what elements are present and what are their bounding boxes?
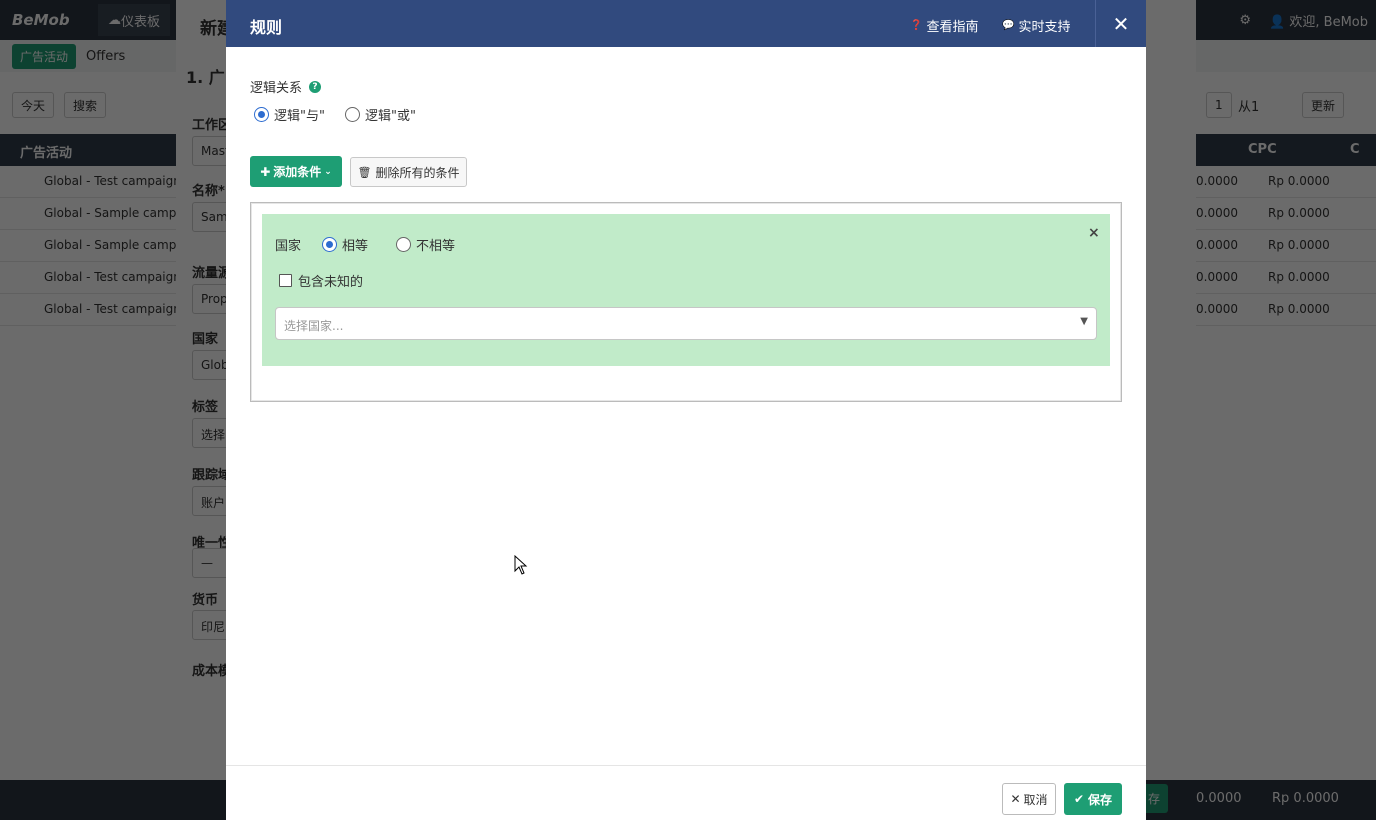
support-link-label: 实时支持 [1018, 20, 1071, 35]
not-equal-label: 不相等 [416, 239, 456, 254]
col-cpc[interactable]: CPC [1248, 142, 1277, 157]
row-cpc: Rp 0.0000 [1268, 238, 1330, 252]
guide-link-label: 查看指南 [926, 20, 979, 35]
mouse-cursor-icon [514, 555, 528, 575]
row-name: Global - Sample campai [44, 206, 187, 220]
gear-icon[interactable]: ⚙ [1239, 13, 1251, 28]
modal-close-icon[interactable]: ✕ [1095, 0, 1146, 47]
row-value: 0.0000 [1196, 238, 1238, 252]
welcome-label: 欢迎, BeMob [1289, 14, 1368, 30]
col-extra[interactable]: C [1350, 142, 1360, 157]
guide-link[interactable]: ❓ 查看指南 [910, 16, 978, 35]
equal-label: 相等 [342, 239, 369, 254]
field-label: 名称* [192, 184, 225, 199]
include-unknown-label: 包含未知的 [298, 275, 364, 290]
support-link[interactable]: 💬 实时支持 [1002, 16, 1070, 35]
total-value: 0.0000 [1196, 791, 1242, 806]
field-label: 标签 [192, 400, 219, 415]
plus-icon: ✚ [260, 164, 271, 179]
dashboard-tab-label: 仪表板 [121, 14, 161, 30]
logic-label-text: 逻辑关系 [250, 81, 303, 96]
logic-relation-label: 逻辑关系 ? [250, 77, 322, 96]
col-campaign[interactable]: 广告活动 [20, 142, 72, 161]
panel-step: 1. 广 [186, 68, 225, 87]
row-value: 0.0000 [1196, 270, 1238, 284]
page-number[interactable]: 1 [1206, 92, 1232, 118]
campaigns-tab[interactable]: 广告活动 [12, 43, 77, 69]
delete-all-conditions-button[interactable]: 🗑 删除所有的条件 [350, 157, 467, 187]
row-cpc: Rp 0.0000 [1268, 174, 1330, 188]
country-condition: 国家 相等 不相等 × 包含未知的 选择国家... ▼ [262, 214, 1110, 366]
row-value: 0.0000 [1196, 302, 1238, 316]
radio-indicator[interactable] [396, 237, 411, 252]
dashboard-tab[interactable]: ☁ 仪表板 [98, 4, 171, 36]
cancel-button[interactable]: ✕ 取消 [1002, 783, 1056, 815]
equal-radio[interactable]: 相等 [322, 235, 368, 254]
rules-modal: 规则 ❓ 查看指南 💬 实时支持 ✕ 逻辑关系 ? 逻辑"与" 逻辑"或" ✚ … [226, 0, 1146, 820]
chevron-down-icon: ⌄ [324, 166, 332, 177]
save-label: 保存 [1088, 792, 1113, 807]
add-condition-label: 添加条件 [273, 165, 322, 179]
search-input[interactable]: 搜索 [64, 92, 107, 118]
bemob-logo: BeMob [12, 11, 70, 29]
row-value: 0.0000 [1196, 174, 1238, 188]
row-cpc: Rp 0.0000 [1268, 270, 1330, 284]
logic-or-label: 逻辑"或" [364, 109, 416, 124]
country-select[interactable]: 选择国家... ▼ [275, 307, 1097, 340]
refresh-button[interactable]: 更新 [1302, 92, 1345, 118]
modal-footer: ✕ 取消 ✔ 保存 [226, 765, 1146, 820]
question-circle-icon: ❓ [910, 20, 923, 31]
include-unknown-checkbox[interactable]: 包含未知的 [279, 271, 363, 290]
row-value: 0.0000 [1196, 206, 1238, 220]
save-button[interactable]: ✔ 保存 [1064, 783, 1122, 815]
row-name: Global - Test campaign [44, 270, 181, 284]
row-cpc: Rp 0.0000 [1268, 206, 1330, 220]
not-equal-radio[interactable]: 不相等 [396, 235, 455, 254]
conditions-container: 国家 相等 不相等 × 包含未知的 选择国家... ▼ [250, 202, 1122, 402]
radio-indicator[interactable] [322, 237, 337, 252]
radio-indicator[interactable] [344, 107, 360, 122]
logic-or-radio[interactable]: 逻辑"或" [344, 105, 416, 124]
panel-close-icon[interactable]: ✕ [1160, 12, 1175, 33]
row-cpc: Rp 0.0000 [1268, 302, 1330, 316]
total-cpc: Rp 0.0000 [1272, 791, 1339, 806]
country-select-placeholder: 选择国家... [284, 319, 344, 333]
comments-icon: 💬 [1002, 20, 1015, 31]
condition-label: 国家 [275, 239, 302, 254]
modal-header: 规则 ❓ 查看指南 💬 实时支持 ✕ [226, 0, 1146, 47]
trash-icon: 🗑 [357, 165, 372, 179]
row-name: Global - Test campaign [44, 302, 181, 316]
modal-title: 规则 [250, 18, 283, 37]
close-icon: ✕ [1010, 792, 1021, 806]
chevron-down-icon: ▼ [1080, 316, 1088, 327]
logic-radio-group: 逻辑"与" 逻辑"或" [254, 105, 416, 124]
question-circle-icon[interactable]: ? [309, 80, 322, 93]
page-of: 从1 [1238, 99, 1260, 115]
period-select[interactable]: 今天 [12, 92, 55, 118]
logic-and-label: 逻辑"与" [274, 109, 325, 124]
radio-indicator[interactable] [254, 107, 269, 122]
checkbox-box[interactable] [279, 274, 292, 287]
logic-and-radio[interactable]: 逻辑"与" [254, 105, 325, 124]
cancel-label: 取消 [1023, 792, 1048, 807]
welcome-user[interactable]: 👤 欢迎, BeMob [1269, 11, 1368, 30]
field-label: 货币 [192, 593, 219, 608]
remove-condition-icon[interactable]: × [1088, 225, 1100, 241]
row-name: Global - Sample campai [44, 238, 187, 252]
check-icon: ✔ [1073, 792, 1085, 806]
offers-tab[interactable]: Offers [86, 49, 125, 64]
delete-all-label: 删除所有的条件 [375, 165, 460, 180]
add-condition-button[interactable]: ✚ 添加条件 ⌄ [250, 156, 342, 187]
row-name: Global - Test campaign [44, 174, 181, 188]
field-label: 国家 [192, 332, 219, 347]
